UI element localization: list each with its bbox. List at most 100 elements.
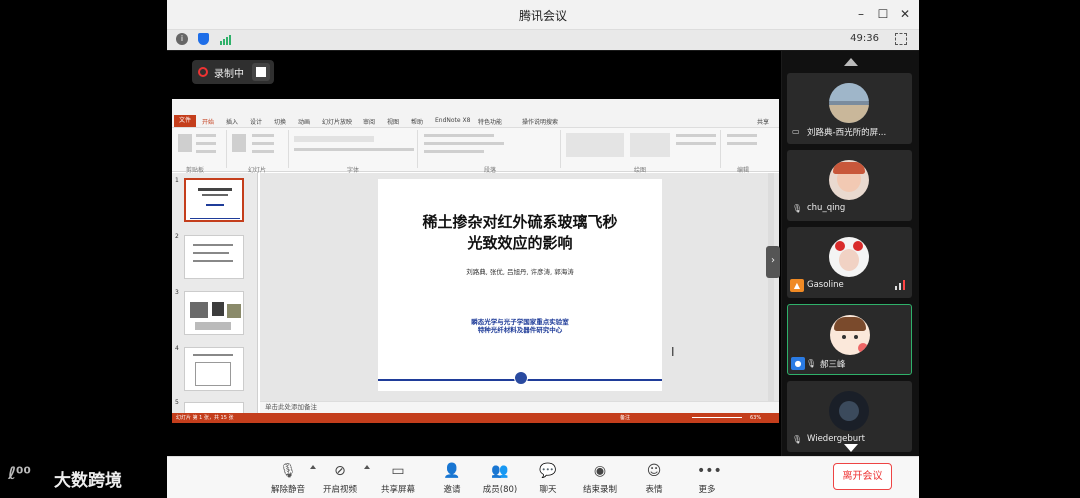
tab-home[interactable]: 开始 bbox=[202, 117, 214, 126]
ppt-ribbon-tabs: 文件 开始 插入 设计 切换 动画 幻灯片放映 审阅 视图 帮助 EndNote… bbox=[172, 114, 779, 128]
start-video-button[interactable]: ⊘ 开启视频 bbox=[315, 461, 365, 497]
video-options-chevron-icon[interactable] bbox=[364, 465, 370, 469]
mic-muted-icon: 🎙 bbox=[279, 463, 297, 479]
institute-logo-icon bbox=[514, 371, 528, 385]
window-title: 腾讯会议 bbox=[518, 9, 567, 23]
participant-name: Wiedergeburt bbox=[807, 434, 866, 444]
tab-animations[interactable]: 动画 bbox=[298, 117, 310, 126]
tab-file[interactable]: 文件 bbox=[174, 115, 196, 127]
slide-editor[interactable]: 稀土掺杂对红外硫系玻璃飞秒 光致效应的影响 刘路典, 张优, 吕旭丹, 许彦涛,… bbox=[260, 173, 779, 401]
stop-recording-button[interactable]: ◉ 结束录制 bbox=[575, 461, 625, 497]
signal-icon[interactable] bbox=[220, 34, 232, 45]
participant-tile[interactable]: ▲ Gasoline bbox=[787, 227, 912, 298]
leave-meeting-button[interactable]: 离开会议 bbox=[833, 463, 892, 490]
shared-screen: 录制中 文件 开始 插入 设计 切换 动画 幻灯片放映 审阅 视图 帮助 End… bbox=[167, 51, 781, 456]
avatar bbox=[829, 160, 869, 200]
slide-number: 1 bbox=[175, 177, 179, 184]
slide-count: 幻灯片 第 1 张，共 15 张 bbox=[176, 415, 234, 421]
recording-indicator: 录制中 bbox=[192, 60, 274, 84]
watermark-text: 大数跨境 bbox=[54, 471, 122, 491]
text-cursor-icon: I bbox=[671, 345, 675, 359]
tab-features[interactable]: 特色功能 bbox=[478, 117, 502, 126]
share-button[interactable]: 共享 bbox=[757, 117, 769, 126]
scroll-up-icon[interactable] bbox=[844, 58, 858, 66]
members-icon: 👥 bbox=[491, 463, 509, 479]
participant-tile[interactable]: ▭ 刘路典-西光所的屏... bbox=[787, 73, 912, 144]
slide-lab-name: 瞬态光学与光子学国家重点实验室 特种光纤材料及器件研究中心 bbox=[471, 318, 569, 334]
tab-view[interactable]: 视图 bbox=[387, 117, 399, 126]
share-screen-label: 共享屏幕 bbox=[380, 485, 415, 495]
slide-thumbnail[interactable] bbox=[184, 347, 244, 391]
video-off-icon: ⊘ bbox=[334, 463, 346, 479]
tab-design[interactable]: 设计 bbox=[250, 117, 262, 126]
tab-review[interactable]: 审阅 bbox=[363, 117, 375, 126]
participant-name: 刘路典-西光所的屏... bbox=[807, 128, 887, 138]
participant-tile[interactable]: 🎙 chu_qing bbox=[787, 150, 912, 221]
zoom-slider[interactable] bbox=[692, 417, 742, 418]
slide-number: 4 bbox=[175, 345, 179, 352]
unmute-button[interactable]: 🎙 解除静音 bbox=[263, 461, 313, 497]
slide-thumbnail[interactable] bbox=[184, 291, 244, 335]
meeting-window: 腾讯会议 – ☐ ✕ i 49:36 录制中 文件 开始 插入 设计 切换 动画… bbox=[167, 0, 919, 498]
avatar bbox=[829, 83, 869, 123]
slide-number: 2 bbox=[175, 233, 179, 240]
start-video-label: 开启视频 bbox=[322, 485, 357, 495]
slide-thumbnail[interactable] bbox=[184, 235, 244, 279]
share-screen-button[interactable]: ▭ 共享屏幕 bbox=[373, 461, 423, 497]
tab-search[interactable]: 操作说明搜索 bbox=[522, 117, 558, 126]
audio-level-icon bbox=[895, 280, 907, 290]
slide-thumbnail[interactable] bbox=[184, 178, 244, 222]
tab-help[interactable]: 帮助 bbox=[411, 117, 423, 126]
ppt-ribbon: 剪贴板 幻灯片 字体 段落 绘图 编辑 bbox=[172, 128, 779, 174]
tab-insert[interactable]: 插入 bbox=[226, 117, 238, 126]
ppt-status-bar: 幻灯片 第 1 张，共 15 张 备注 63% bbox=[172, 413, 779, 423]
info-icon[interactable]: i bbox=[176, 33, 188, 45]
more-label: 更多 bbox=[698, 485, 716, 495]
user-icon: ● bbox=[791, 357, 805, 370]
participant-tile[interactable]: 🎙 Wiedergeburt bbox=[787, 381, 912, 452]
powerpoint-window: 文件 开始 插入 设计 切换 动画 幻灯片放映 审阅 视图 帮助 EndNote… bbox=[172, 99, 779, 423]
record-icon bbox=[198, 67, 208, 77]
more-icon: ••• bbox=[697, 463, 722, 479]
maximize-icon[interactable]: ☐ bbox=[875, 6, 891, 22]
meeting-info-bar: i bbox=[167, 30, 919, 50]
avatar bbox=[829, 237, 869, 277]
mic-muted-icon: 🎙 bbox=[806, 359, 817, 368]
avatar bbox=[829, 391, 869, 431]
shield-icon[interactable] bbox=[198, 33, 209, 45]
current-slide[interactable]: 稀土掺杂对红外硫系玻璃飞秒 光致效应的影响 刘路典, 张优, 吕旭丹, 许彦涛,… bbox=[378, 179, 662, 391]
notes-toggle[interactable]: 备注 bbox=[620, 413, 630, 423]
vertical-scrollbar[interactable] bbox=[768, 173, 774, 401]
minimize-icon[interactable]: – bbox=[853, 6, 869, 22]
zoom-level: 63% bbox=[750, 415, 762, 421]
watermark-logo-icon: ℓ⁰⁰ bbox=[8, 464, 31, 484]
screen: ℓ⁰⁰ 大数跨境 腾讯会议 – ☐ ✕ i 49:36 录制中 文件 开始 插入… bbox=[0, 0, 1080, 498]
add-user-icon: 👤 bbox=[443, 463, 461, 479]
participant-name: Gasoline bbox=[807, 280, 844, 290]
mic-muted-icon: 🎙 bbox=[792, 435, 803, 444]
emoji-icon: ☺ bbox=[646, 463, 662, 479]
slide-title: 稀土掺杂对红外硫系玻璃飞秒 光致效应的影响 bbox=[422, 213, 618, 252]
user-icon: ▲ bbox=[790, 279, 804, 292]
title-bar: 腾讯会议 – ☐ ✕ bbox=[167, 0, 919, 30]
tab-slideshow[interactable]: 幻灯片放映 bbox=[322, 117, 352, 126]
notes-pane[interactable]: 单击此处添加备注 bbox=[260, 401, 779, 413]
chat-button[interactable]: 💬 聊天 bbox=[523, 461, 573, 497]
slide-authors: 刘路典, 张优, 吕旭丹, 许彦涛, 郭海涛 bbox=[466, 268, 574, 276]
reactions-button[interactable]: ☺ 表情 bbox=[629, 461, 679, 497]
slide-number: 5 bbox=[175, 399, 179, 406]
close-icon[interactable]: ✕ bbox=[897, 6, 913, 22]
tab-transitions[interactable]: 切换 bbox=[274, 117, 286, 126]
participant-panel: ▭ 刘路典-西光所的屏... 🎙 chu_qing ▲ Gasoline ● 🎙… bbox=[782, 51, 919, 456]
tab-endnote[interactable]: EndNote X8 bbox=[435, 117, 470, 124]
screen-share-icon: ▭ bbox=[792, 127, 800, 136]
recording-label: 录制中 bbox=[214, 69, 244, 80]
more-button[interactable]: ••• 更多 bbox=[682, 461, 732, 497]
screen-share-icon: ▭ bbox=[391, 463, 405, 479]
scroll-down-icon[interactable] bbox=[844, 444, 858, 452]
next-page-button[interactable]: › bbox=[766, 246, 780, 278]
participant-tile[interactable]: ● 🎙 郝三峰 bbox=[787, 304, 912, 375]
stop-record-button[interactable] bbox=[252, 63, 270, 81]
watermark: ℓ⁰⁰ 大数跨境 bbox=[8, 462, 148, 491]
fullscreen-icon[interactable] bbox=[895, 33, 907, 45]
